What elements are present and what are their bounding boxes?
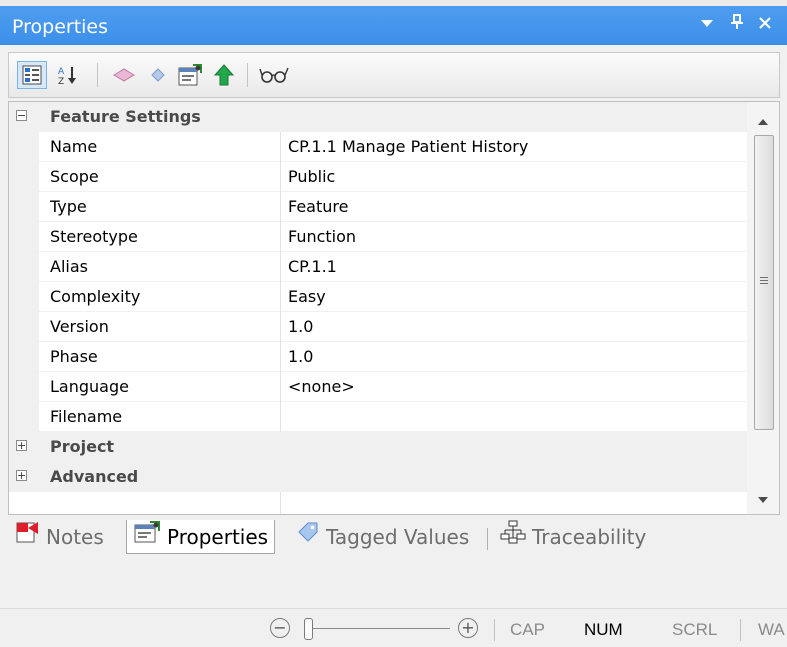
zoom-in-button[interactable]: + (458, 618, 478, 638)
property-value[interactable]: 1.0 (280, 312, 747, 342)
property-name: Filename (50, 407, 123, 426)
notes-icon (14, 520, 40, 554)
num-lock-indicator: NUM (584, 620, 623, 639)
category-label: Project (50, 437, 115, 456)
category-label: Advanced (50, 467, 139, 486)
property-row[interactable]: Filename (9, 402, 747, 432)
property-grid: − Feature Settings Name CP.1.1 Manage Pa… (8, 101, 780, 515)
property-row[interactable]: Complexity Easy (9, 282, 747, 312)
property-row[interactable]: Language <none> (9, 372, 747, 402)
property-value[interactable]: Public (280, 162, 747, 192)
panel-title: Properties (12, 16, 109, 38)
tagged-value-blue-icon[interactable] (143, 61, 173, 89)
property-name: Language (50, 377, 129, 396)
property-value[interactable]: CP.1.1 Manage Patient History (280, 132, 747, 162)
wa-indicator: WA (758, 620, 785, 639)
property-name: Type (50, 197, 87, 216)
pin-icon[interactable] (730, 14, 744, 36)
scroll-up-icon[interactable] (757, 112, 769, 125)
property-name: Complexity (50, 287, 141, 306)
toolbar-separator (247, 63, 248, 87)
expand-icon[interactable]: + (16, 440, 27, 451)
category-feature-settings[interactable]: − Feature Settings (9, 102, 747, 132)
property-value[interactable]: Easy (280, 282, 747, 312)
property-name: Alias (50, 257, 88, 276)
collapse-icon[interactable]: − (16, 110, 27, 121)
status-bar: − + CAP NUM SCRL WA (0, 608, 787, 647)
tab-separator (487, 528, 488, 550)
zoom-slider-thumb[interactable] (304, 618, 313, 640)
property-value[interactable] (280, 402, 747, 432)
panel-title-bar: Properties (0, 0, 787, 45)
toolbar-separator (97, 63, 98, 87)
svg-text:Z: Z (58, 77, 64, 86)
zoom-out-button[interactable]: − (270, 618, 290, 638)
scrollbar-thumb[interactable] (754, 135, 774, 430)
property-name: Name (50, 137, 98, 156)
bottom-tab-strip: Notes Properties Tagged Values Traceabil… (0, 516, 787, 556)
property-value[interactable]: <none> (280, 372, 747, 402)
categorized-view-icon[interactable] (17, 61, 47, 89)
properties-icon (133, 520, 161, 554)
tab-label: Properties (167, 524, 269, 549)
traceability-icon (500, 519, 526, 555)
property-value[interactable]: Function (280, 222, 747, 252)
property-name: Stereotype (50, 227, 138, 246)
tab-tagged-values[interactable]: Tagged Values (290, 520, 475, 554)
tag-icon (296, 520, 320, 554)
tab-label: Notes (46, 525, 104, 549)
property-row[interactable]: Type Feature (9, 192, 747, 222)
property-name: Version (50, 317, 109, 336)
caps-lock-indicator: CAP (510, 620, 545, 639)
scroll-down-icon[interactable] (757, 490, 769, 503)
navigate-up-icon[interactable] (209, 61, 239, 89)
property-row[interactable]: Alias CP.1.1 (9, 252, 747, 282)
property-row[interactable]: Name CP.1.1 Manage Patient History (9, 132, 747, 162)
panel-empty-area (0, 556, 787, 608)
property-row[interactable]: Scope Public (9, 162, 747, 192)
tab-traceability[interactable]: Traceability (494, 520, 652, 554)
glasses-icon[interactable] (259, 61, 289, 89)
vertical-scrollbar[interactable] (747, 102, 779, 514)
tab-notes[interactable]: Notes (8, 520, 110, 554)
dropdown-icon[interactable] (700, 14, 714, 36)
svg-text:A: A (58, 67, 65, 77)
property-name: Scope (50, 167, 99, 186)
property-name: Phase (50, 347, 98, 366)
property-row[interactable]: Version 1.0 (9, 312, 747, 342)
tab-properties[interactable]: Properties (126, 520, 276, 554)
category-label: Feature Settings (50, 107, 201, 126)
property-row[interactable]: Stereotype Function (9, 222, 747, 252)
scroll-lock-indicator: SCRL (672, 620, 718, 639)
category-advanced[interactable]: + Advanced (9, 462, 747, 492)
close-icon[interactable] (758, 14, 772, 36)
empty-row (9, 492, 747, 514)
property-value[interactable]: Feature (280, 192, 747, 222)
property-value[interactable]: CP.1.1 (280, 252, 747, 282)
sort-alphabetical-icon[interactable]: A Z (53, 61, 83, 89)
tab-label: Traceability (532, 525, 647, 549)
property-row[interactable]: Phase 1.0 (9, 342, 747, 372)
properties-dialog-icon[interactable] (175, 61, 205, 89)
zoom-slider-track[interactable] (308, 628, 450, 629)
properties-toolbar: A Z (8, 52, 780, 98)
tagged-value-icon[interactable] (109, 61, 139, 89)
expand-icon[interactable]: + (16, 470, 27, 481)
property-value[interactable]: 1.0 (280, 342, 747, 372)
category-project[interactable]: + Project (9, 432, 747, 462)
tab-label: Tagged Values (326, 525, 470, 549)
